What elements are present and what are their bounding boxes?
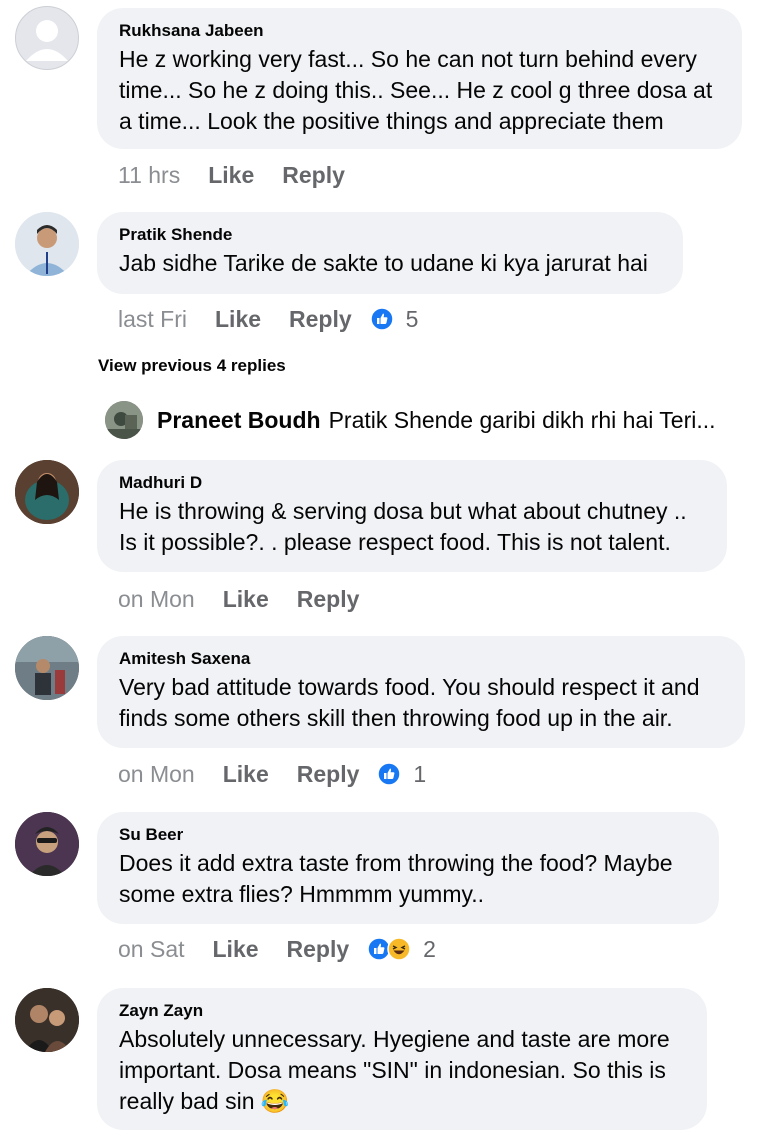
comment-actions: on Mon Like Reply: [118, 584, 387, 614]
comment-line: really bad sin 😂: [119, 1088, 290, 1114]
reaction-summary[interactable]: [377, 762, 402, 786]
avatar[interactable]: [15, 988, 79, 1052]
reaction-summary[interactable]: [369, 307, 394, 331]
like-button[interactable]: Like: [213, 936, 259, 963]
like-button[interactable]: Like: [215, 306, 261, 333]
comment-line: important. Dosa means "SIN" in indonesia…: [119, 1057, 666, 1083]
reply-button[interactable]: Reply: [297, 761, 360, 788]
thumbs-up-icon: [369, 307, 394, 331]
thumbs-up-icon: [377, 762, 402, 786]
avatar[interactable]: [105, 401, 143, 439]
avatar[interactable]: [15, 636, 79, 700]
reply-author-name[interactable]: Praneet Boudh: [157, 407, 321, 434]
comment-text: Does it add extra taste from throwing th…: [119, 848, 697, 910]
comment-bubble: Zayn Zayn Absolutely unnecessary. Hyegie…: [97, 988, 707, 1130]
timestamp[interactable]: last Fri: [118, 306, 187, 333]
commenter-name[interactable]: Zayn Zayn: [119, 1000, 685, 1022]
timestamp[interactable]: on Mon: [118, 586, 195, 613]
commenter-name[interactable]: Su Beer: [119, 824, 697, 846]
profile-photo-icon: [15, 212, 79, 276]
commenter-name[interactable]: Rukhsana Jabeen: [119, 20, 720, 42]
comment-line: He z working very fast... So he can not …: [119, 46, 697, 72]
reply-button[interactable]: Reply: [287, 936, 350, 963]
commenter-name[interactable]: Amitesh Saxena: [119, 648, 723, 670]
comment-text: He is throwing & serving dosa but what a…: [119, 496, 705, 558]
comment-line: Very bad attitude towards food. You shou…: [119, 674, 700, 700]
comment-line: a time... Look the positive things and a…: [119, 108, 664, 134]
comment-text: Very bad attitude towards food. You shou…: [119, 672, 723, 734]
comment-bubble: Rukhsana Jabeen He z working very fast..…: [97, 8, 742, 149]
like-button[interactable]: Like: [223, 586, 269, 613]
comment-line: Does it add extra taste from throwing th…: [119, 850, 673, 876]
comment-line: finds some others skill then throwing fo…: [119, 705, 673, 731]
timestamp[interactable]: 11 hrs: [118, 162, 180, 189]
timestamp[interactable]: on Sat: [118, 936, 185, 963]
avatar[interactable]: [15, 460, 79, 524]
default-avatar-icon: [26, 20, 68, 61]
commenter-name[interactable]: Madhuri D: [119, 472, 705, 494]
avatar[interactable]: [15, 6, 79, 70]
avatar[interactable]: [15, 812, 79, 876]
profile-photo-icon: [15, 988, 79, 1052]
comment-line: Is it possible?. . please respect food. …: [119, 529, 671, 555]
comment-text: Absolutely unnecessary. Hyegiene and tas…: [119, 1024, 685, 1117]
reply-button[interactable]: Reply: [289, 306, 352, 333]
comment-line: time... So he z doing this.. See... He z…: [119, 77, 713, 103]
timestamp[interactable]: on Mon: [118, 761, 195, 788]
reply-preview-text: Pratik Shende garibi dikh rhi hai Teri..…: [328, 406, 716, 433]
comment-bubble: Amitesh Saxena Very bad attitude towards…: [97, 636, 745, 748]
comment-text: He z working very fast... So he can not …: [119, 44, 720, 137]
avatar[interactable]: [15, 212, 79, 276]
comment-actions: on Mon Like Reply 1: [118, 759, 426, 789]
like-button[interactable]: Like: [208, 162, 254, 189]
reaction-count: 5: [405, 305, 419, 332]
commenter-name[interactable]: Pratik Shende: [119, 224, 661, 246]
profile-photo-icon: [15, 812, 79, 876]
comment-line: some extra flies? Hmmmm yummy..: [119, 881, 485, 907]
comment-text: Jab sidhe Tarike de sakte to udane ki ky…: [119, 248, 661, 279]
reply-button[interactable]: Reply: [297, 586, 360, 613]
comment-bubble: Su Beer Does it add extra taste from thr…: [97, 812, 719, 924]
comment-bubble: Pratik Shende Jab sidhe Tarike de sakte …: [97, 212, 683, 294]
comment-actions: on Sat Like Reply 2: [118, 934, 436, 964]
reply-button[interactable]: Reply: [282, 162, 345, 189]
comment-bubble: Madhuri D He is throwing & serving dosa …: [97, 460, 727, 572]
reaction-summary[interactable]: [367, 937, 411, 961]
comment-line: He is throwing & serving dosa but what a…: [119, 498, 687, 524]
comment-actions: 11 hrs Like Reply: [118, 160, 373, 190]
profile-photo-icon: [15, 636, 79, 700]
comment-actions: last Fri Like Reply 5: [118, 304, 418, 334]
reaction-count: 2: [423, 935, 436, 962]
reaction-count: 1: [413, 760, 427, 787]
comment-line: Absolutely unnecessary. Hyegiene and tas…: [119, 1026, 670, 1052]
like-button[interactable]: Like: [223, 761, 269, 788]
laughing-emoji-icon: [387, 937, 411, 961]
profile-photo-icon: [105, 401, 143, 439]
profile-photo-icon: [15, 460, 79, 524]
comment-line: Jab sidhe Tarike de sakte to udane ki ky…: [119, 250, 648, 276]
reply-preview[interactable]: Praneet Boudh Pratik Shende garibi dikh …: [105, 400, 745, 440]
view-previous-replies-link[interactable]: View previous 4 replies: [98, 356, 286, 376]
